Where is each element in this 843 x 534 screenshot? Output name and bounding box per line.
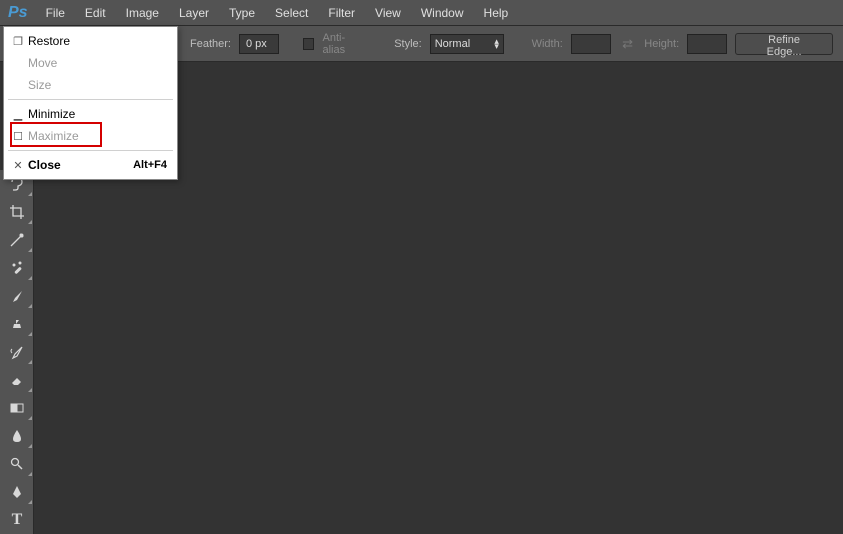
feather-label: Feather: (190, 38, 231, 50)
close-icon: ✕ (8, 159, 28, 172)
menu-help[interactable]: Help (474, 0, 519, 26)
menuitem-maximize[interactable]: ☐ Maximize (4, 125, 177, 147)
tool-crop[interactable] (0, 198, 34, 226)
menuitem-close-shortcut: Alt+F4 (133, 159, 167, 171)
tool-eraser[interactable] (0, 366, 34, 394)
tool-pen[interactable] (0, 478, 34, 506)
tool-history-brush[interactable] (0, 338, 34, 366)
menu-filter[interactable]: Filter (318, 0, 365, 26)
menu-separator (8, 99, 173, 100)
menu-select[interactable]: Select (265, 0, 318, 26)
menuitem-move-label: Move (28, 56, 167, 70)
style-select[interactable]: Normal ▴▾ (430, 34, 504, 54)
menuitem-minimize[interactable]: ▁ Minimize (4, 103, 177, 125)
menu-edit[interactable]: Edit (75, 0, 116, 26)
menu-layer[interactable]: Layer (169, 0, 219, 26)
menuitem-restore[interactable]: ❐ Restore (4, 30, 177, 52)
menuitem-size[interactable]: Size (4, 74, 177, 96)
menu-view[interactable]: View (365, 0, 411, 26)
menuitem-restore-label: Restore (28, 34, 167, 48)
tool-clone-stamp[interactable] (0, 310, 34, 338)
maximize-icon: ☐ (8, 130, 28, 143)
antialias-label: Anti-alias (322, 32, 366, 56)
tool-blur[interactable] (0, 422, 34, 450)
width-input[interactable] (571, 34, 611, 54)
swap-icon[interactable]: ⇄ (619, 35, 637, 53)
menu-bar: Ps File Edit Image Layer Type Select Fil… (0, 0, 843, 26)
menuitem-close[interactable]: ✕ Close Alt+F4 (4, 154, 177, 176)
menu-separator (8, 150, 173, 151)
menu-type[interactable]: Type (219, 0, 265, 26)
tool-dodge[interactable] (0, 450, 34, 478)
window-system-menu: ❐ Restore Move Size ▁ Minimize ☐ Maximiz… (3, 26, 178, 180)
width-label: Width: (532, 38, 563, 50)
feather-input[interactable] (239, 34, 279, 54)
menu-file[interactable]: File (36, 0, 75, 26)
style-label: Style: (394, 38, 422, 50)
menuitem-move[interactable]: Move (4, 52, 177, 74)
menu-image[interactable]: Image (116, 0, 169, 26)
chevron-updown-icon: ▴▾ (494, 39, 499, 49)
minimize-icon: ▁ (8, 108, 28, 121)
style-value: Normal (435, 38, 470, 50)
restore-icon: ❐ (8, 35, 28, 48)
antialias-checkbox[interactable] (303, 38, 315, 50)
refine-edge-button[interactable]: Refine Edge... (735, 33, 833, 55)
tool-type[interactable]: T (0, 506, 34, 534)
height-label: Height: (644, 38, 679, 50)
app-logo: Ps (4, 4, 36, 22)
menuitem-minimize-label: Minimize (28, 107, 167, 121)
height-input[interactable] (687, 34, 727, 54)
tool-gradient[interactable] (0, 394, 34, 422)
tool-healing-brush[interactable] (0, 254, 34, 282)
menu-window[interactable]: Window (411, 0, 474, 26)
menuitem-size-label: Size (28, 78, 167, 92)
menuitem-maximize-label: Maximize (28, 129, 167, 143)
toolbox: T (0, 170, 34, 534)
tool-brush[interactable] (0, 282, 34, 310)
menuitem-close-label: Close (28, 158, 133, 172)
tool-eyedropper[interactable] (0, 226, 34, 254)
